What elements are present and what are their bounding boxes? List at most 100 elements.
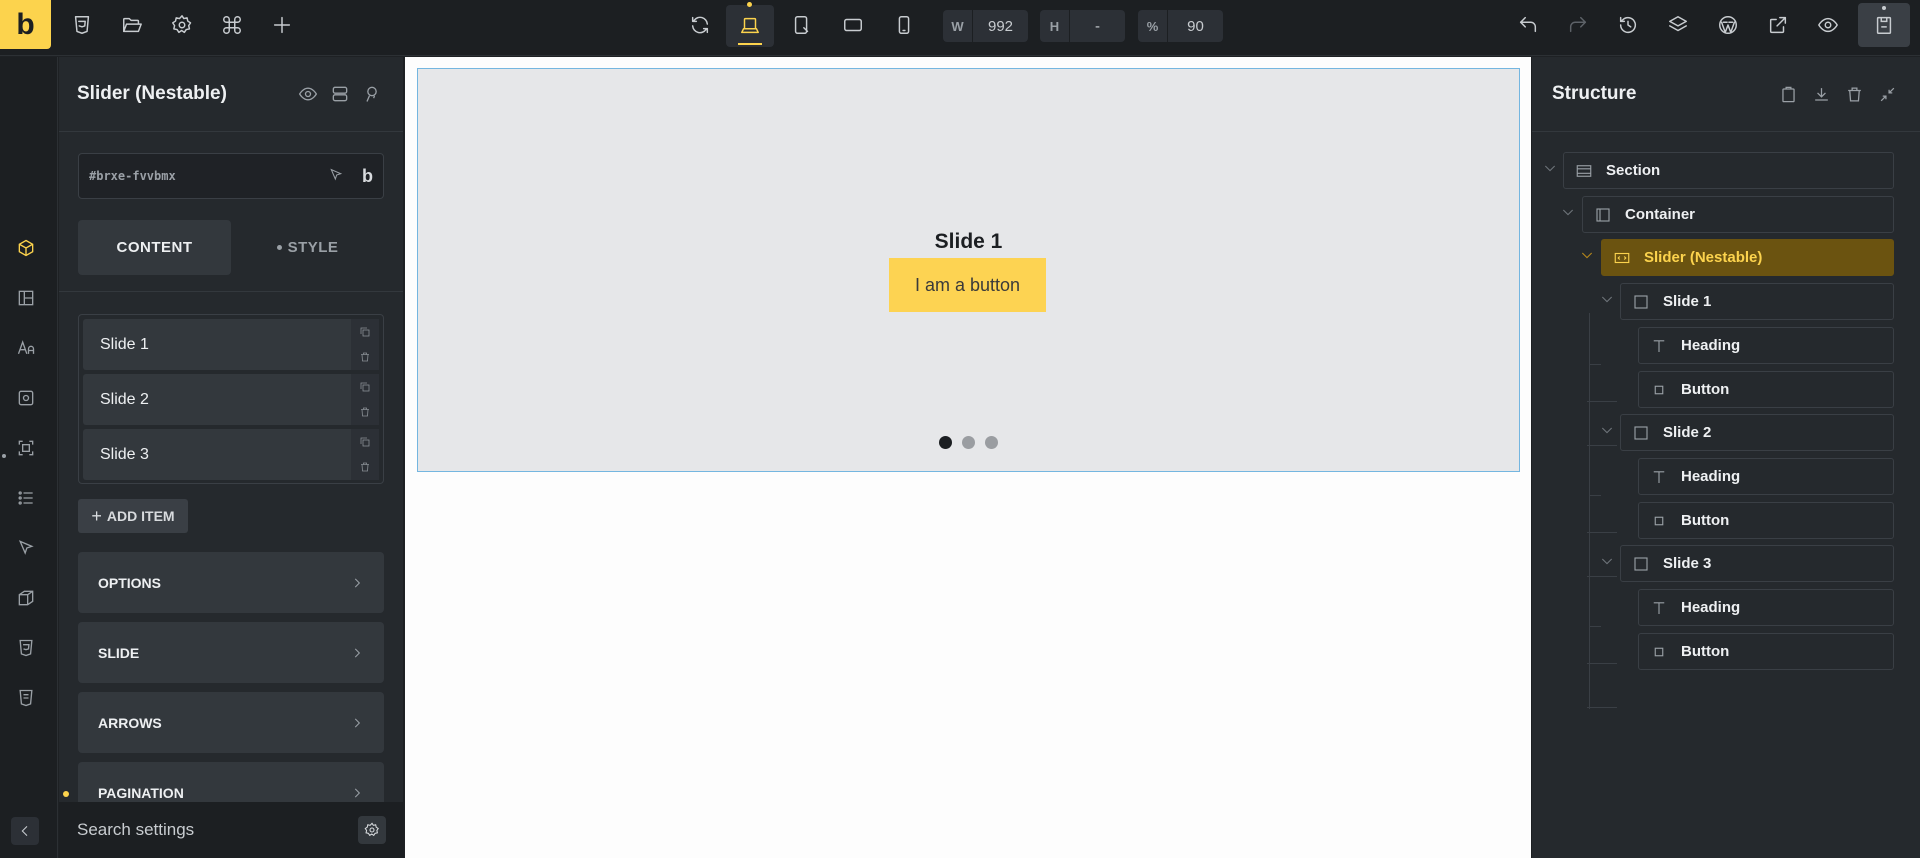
width-label: W — [943, 10, 973, 42]
duplicate-icon[interactable] — [358, 325, 372, 339]
duplicate-icon[interactable] — [358, 380, 372, 394]
layout-icon[interactable] — [14, 286, 38, 310]
list-item-label: Slide 3 — [100, 445, 149, 463]
layers-icon[interactable] — [1665, 12, 1691, 38]
preview-eye-icon[interactable] — [1815, 12, 1841, 38]
container-frame-icon[interactable] — [14, 436, 38, 460]
settings-gear-icon[interactable] — [169, 12, 195, 38]
save-button[interactable] — [1858, 3, 1910, 47]
command-icon[interactable] — [219, 12, 245, 38]
tree-node-slider-nestable[interactable]: Slider (Nestable) — [1601, 239, 1894, 276]
search-settings-bar[interactable]: Search settings — [59, 802, 403, 858]
redo-icon[interactable] — [1565, 12, 1591, 38]
elements-cube-icon[interactable] — [14, 236, 38, 260]
add-item-button[interactable]: + ADD ITEM — [78, 499, 188, 533]
chevron-down-icon[interactable] — [1599, 422, 1615, 438]
tree-node-heading[interactable]: Heading — [1638, 589, 1894, 626]
trash-icon[interactable] — [358, 350, 372, 364]
history-icon[interactable] — [1615, 12, 1641, 38]
options-section[interactable]: OPTIONS — [78, 552, 384, 613]
search-settings-input[interactable]: Search settings — [77, 820, 358, 840]
selector-cursor-icon[interactable] — [328, 167, 346, 185]
pagination-dot[interactable] — [962, 436, 975, 449]
width-field[interactable]: W 992 — [943, 10, 1028, 42]
external-link-icon[interactable] — [1765, 12, 1791, 38]
tab-content[interactable]: CONTENT — [78, 220, 231, 275]
undo-icon[interactable] — [1515, 12, 1541, 38]
tree-node-button[interactable]: Button — [1638, 502, 1894, 539]
refresh-icon[interactable] — [687, 12, 713, 38]
left-sidebar-rail — [0, 57, 58, 858]
list-item[interactable]: Slide 1 — [83, 319, 379, 370]
pin-icon[interactable] — [359, 81, 385, 107]
css-icon[interactable] — [14, 636, 38, 660]
bricks-class-button[interactable]: b — [362, 166, 373, 187]
duplicate-icon[interactable] — [358, 435, 372, 449]
media-icon[interactable] — [14, 386, 38, 410]
grid-dots-icon[interactable] — [14, 486, 38, 510]
collapse-arrows-icon[interactable] — [1874, 81, 1900, 107]
chevron-down-icon[interactable] — [1599, 553, 1615, 569]
tree-node-container[interactable]: Container — [1582, 196, 1894, 233]
pagination-modified-dot — [63, 791, 69, 797]
chevron-down-icon[interactable] — [1579, 247, 1595, 263]
tree-node-button[interactable]: Button — [1638, 371, 1894, 408]
mobile-icon[interactable] — [891, 12, 917, 38]
slide-section[interactable]: SLIDE — [78, 622, 384, 683]
wordpress-icon[interactable] — [1715, 12, 1741, 38]
height-label: H — [1040, 10, 1070, 42]
interactions-cursor-icon[interactable] — [14, 536, 38, 560]
download-icon[interactable] — [1808, 81, 1834, 107]
tree-node-button[interactable]: Button — [1638, 633, 1894, 670]
slide-heading[interactable]: Slide 1 — [418, 230, 1519, 254]
section-icon — [1574, 161, 1594, 181]
tab-style[interactable]: STYLE — [231, 220, 384, 275]
chevron-down-icon[interactable] — [1560, 204, 1576, 220]
pagination-dot[interactable] — [939, 436, 952, 449]
3d-box-icon[interactable] — [14, 586, 38, 610]
slide-button[interactable]: I am a button — [889, 258, 1046, 312]
pagination-dot[interactable] — [985, 436, 998, 449]
structure-title: Structure — [1552, 83, 1637, 104]
trash-icon[interactable] — [358, 405, 372, 419]
button-icon — [1649, 642, 1669, 662]
tree-node-heading[interactable]: Heading — [1638, 458, 1894, 495]
container-icon — [1593, 205, 1613, 225]
width-value[interactable]: 992 — [973, 10, 1028, 42]
tree-node-section[interactable]: Section — [1563, 152, 1894, 189]
typography-icon[interactable] — [14, 336, 38, 360]
list-item[interactable]: Slide 3 — [83, 429, 379, 480]
element-id-field[interactable]: #brxe-fvvbmx b — [78, 153, 384, 199]
html-icon[interactable] — [14, 686, 38, 710]
trash-icon[interactable] — [358, 460, 372, 474]
tablet-icon[interactable] — [840, 12, 866, 38]
zoom-value[interactable]: 90 — [1168, 10, 1223, 42]
trash-icon[interactable] — [1841, 81, 1867, 107]
plus-icon: + — [91, 505, 102, 526]
folder-open-icon[interactable] — [119, 12, 145, 38]
gear-icon[interactable] — [358, 816, 386, 844]
heading-icon — [1649, 336, 1669, 356]
tree-node-slide-2[interactable]: Slide 2 — [1620, 414, 1894, 451]
clipboard-icon[interactable] — [1775, 81, 1801, 107]
builder-canvas[interactable]: Slide 1 I am a button — [405, 57, 1786, 858]
chevron-down-icon[interactable] — [1599, 291, 1615, 307]
css3-icon[interactable] — [69, 12, 95, 38]
arrows-section[interactable]: ARROWS — [78, 692, 384, 753]
tree-node-slide-3[interactable]: Slide 3 — [1620, 545, 1894, 582]
slider-element[interactable]: Slide 1 I am a button — [417, 68, 1520, 472]
bricks-logo-button[interactable]: b — [0, 0, 51, 49]
tree-node-heading[interactable]: Heading — [1638, 327, 1894, 364]
zoom-field[interactable]: % 90 — [1138, 10, 1223, 42]
tablet-landscape-icon[interactable] — [789, 12, 815, 38]
laptop-breakpoint-icon[interactable] — [726, 5, 774, 47]
height-value[interactable]: - — [1070, 10, 1125, 42]
chevron-down-icon[interactable] — [1542, 160, 1558, 176]
list-item[interactable]: Slide 2 — [83, 374, 379, 425]
templates-icon[interactable] — [327, 81, 353, 107]
collapse-panel-button[interactable] — [11, 817, 39, 845]
height-field[interactable]: H - — [1040, 10, 1125, 42]
visibility-eye-icon[interactable] — [295, 81, 321, 107]
tree-node-slide-1[interactable]: Slide 1 — [1620, 283, 1894, 320]
add-plus-icon[interactable] — [269, 12, 295, 38]
